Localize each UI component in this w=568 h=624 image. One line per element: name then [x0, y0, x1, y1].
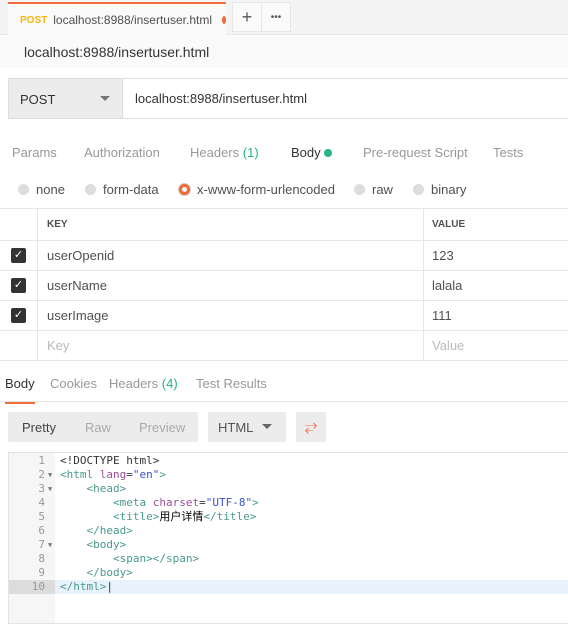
unsaved-dot-icon: [222, 16, 226, 24]
row-checkbox[interactable]: ✓: [11, 248, 26, 263]
preview-button[interactable]: Preview: [139, 420, 185, 435]
code-line: 3 ▼ <head>: [9, 482, 568, 496]
chevron-down-icon: [100, 96, 110, 106]
radio-label: raw: [372, 182, 393, 197]
code-line: 2 ▼ <html lang="en">: [9, 468, 568, 482]
new-tab-button[interactable]: +: [232, 2, 262, 32]
radio-none[interactable]: none: [18, 182, 65, 197]
key-header: KEY: [38, 209, 424, 240]
line-number: 5: [38, 510, 45, 523]
line-number: 9: [38, 566, 45, 579]
line-number: 7: [38, 538, 45, 551]
code-line: 9 </body>: [9, 566, 568, 580]
value-cell[interactable]: 111: [424, 308, 568, 323]
radio-urlencoded[interactable]: x-www-form-urlencoded: [179, 182, 335, 197]
line-number: 4: [38, 496, 45, 509]
radio-label: x-www-form-urlencoded: [197, 182, 335, 197]
line-number: 3: [38, 482, 45, 495]
table-header: KEY VALUE: [0, 209, 568, 241]
resp-tab-cookies[interactable]: Cookies: [50, 376, 97, 391]
more-tabs-button[interactable]: •••: [261, 2, 291, 32]
resp-headers-label: Headers: [109, 376, 159, 391]
table-row: ✓ userName lalala: [0, 271, 568, 301]
tab-params[interactable]: Params: [12, 145, 57, 160]
radio-label: binary: [431, 182, 467, 197]
chevron-down-icon: [262, 424, 272, 434]
view-mode-group: Pretty Raw Preview: [8, 412, 198, 442]
radio-label: none: [36, 182, 65, 197]
value-cell[interactable]: lalala: [424, 278, 568, 293]
table-row: ✓ userImage 111: [0, 301, 568, 331]
radio-binary[interactable]: binary: [413, 182, 466, 197]
line-number: 6: [38, 524, 45, 537]
key-cell[interactable]: userOpenid: [38, 241, 424, 270]
key-cell[interactable]: userName: [38, 271, 424, 300]
tab-title: localhost:8988/insertuser.html: [53, 13, 212, 27]
radio-raw[interactable]: raw: [354, 182, 393, 197]
headers-count: (1): [242, 145, 259, 160]
value-cell[interactable]: 123: [424, 248, 568, 263]
resp-tab-headers[interactable]: Headers (4): [109, 376, 178, 391]
tab-body[interactable]: Body: [291, 145, 333, 160]
code-line: 5 <title>用户详情</title>: [9, 510, 568, 524]
resp-tab-test-results[interactable]: Test Results: [196, 376, 267, 391]
new-key-input[interactable]: Key: [38, 331, 424, 360]
format-value: HTML: [218, 420, 254, 435]
table-row: ✓ userOpenid 123: [0, 241, 568, 271]
request-tab[interactable]: POST localhost:8988/insertuser.html: [8, 2, 226, 36]
line-number: 10: [9, 580, 55, 594]
request-title: localhost:8988/insertuser.html: [0, 36, 568, 68]
code-line: 7 ▼ <body>: [9, 538, 568, 552]
code-editor[interactable]: 1 <!DOCTYPE html> 2 ▼ <html lang="en"> 3 ▼ <…: [8, 452, 568, 624]
tab-headers-label: Headers: [190, 145, 240, 160]
tab-headers[interactable]: Headers (1): [190, 145, 259, 160]
resp-tab-body[interactable]: Body: [5, 376, 35, 404]
tab-body-label: Body: [291, 145, 321, 160]
row-checkbox[interactable]: ✓: [11, 308, 26, 323]
url-input[interactable]: localhost:8988/insertuser.html: [123, 78, 568, 119]
fold-icon[interactable]: ▼: [48, 538, 52, 552]
fold-icon[interactable]: ▼: [48, 468, 52, 482]
params-table: KEY VALUE ✓ userOpenid 123 ✓ userName lalala …: [0, 208, 568, 361]
line-number: 8: [38, 552, 45, 565]
tab-method: POST: [20, 14, 48, 26]
tab-prerequest[interactable]: Pre-request Script: [363, 145, 468, 160]
line-number: 2: [38, 468, 45, 481]
tab-authorization[interactable]: Authorization: [84, 145, 160, 160]
code-line-active: 10 </html>|: [9, 580, 568, 594]
format-select[interactable]: HTML: [208, 412, 286, 442]
pretty-button[interactable]: Pretty: [22, 420, 56, 435]
fold-icon[interactable]: ▼: [48, 482, 52, 496]
key-cell[interactable]: userImage: [38, 301, 424, 330]
code-line: 8 <span></span>: [9, 552, 568, 566]
raw-button[interactable]: Raw: [85, 420, 111, 435]
body-dot-icon: [324, 149, 333, 157]
line-number: 1: [38, 454, 45, 467]
wrap-lines-icon[interactable]: ⥂: [296, 412, 326, 442]
code-line: 1 <!DOCTYPE html>: [9, 454, 568, 468]
radio-form-data[interactable]: form-data: [85, 182, 159, 197]
new-value-input[interactable]: Value: [424, 338, 568, 353]
code-line: 4 <meta charset="UTF-8">: [9, 496, 568, 510]
value-header: VALUE: [432, 219, 466, 230]
method-select[interactable]: POST: [8, 78, 123, 119]
response-tabs: Body Cookies Headers (4) Test Results: [0, 366, 568, 404]
row-checkbox[interactable]: ✓: [11, 278, 26, 293]
tab-tests[interactable]: Tests: [493, 145, 523, 160]
method-value: POST: [20, 92, 56, 107]
radio-label: form-data: [103, 182, 159, 197]
table-row-new: Key Value: [0, 331, 568, 361]
code-line: 6 </head>: [9, 524, 568, 538]
resp-headers-count: (4): [161, 376, 178, 391]
